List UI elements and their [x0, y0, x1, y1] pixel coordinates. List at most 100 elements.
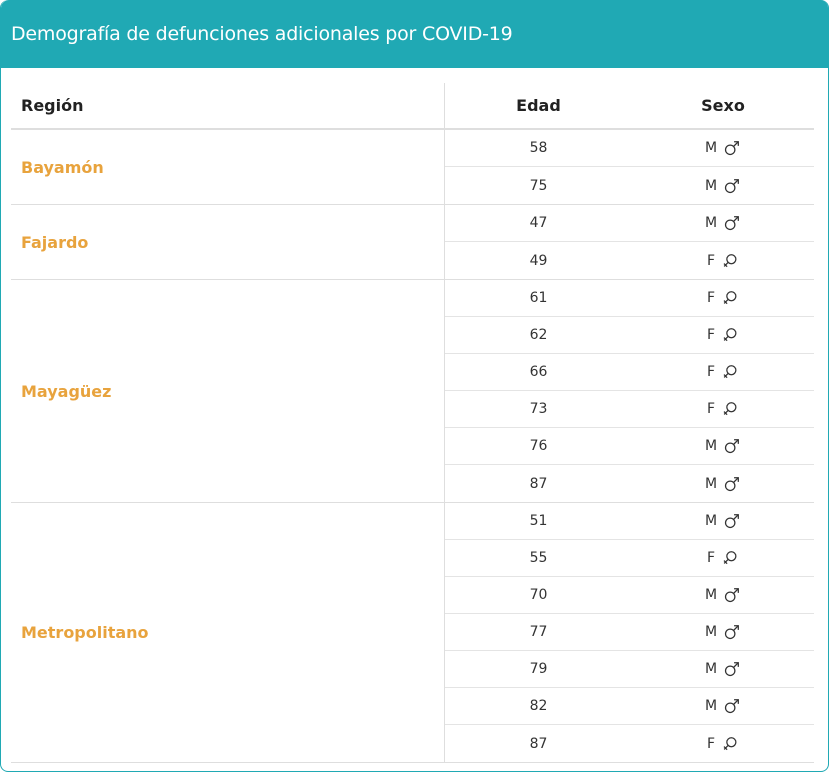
- card-header: Demografía de defunciones adicionales po…: [1, 0, 828, 68]
- age-cell: 58: [529, 140, 548, 156]
- age-cell: 49: [529, 252, 548, 269]
- table-row: 77 M: [445, 614, 814, 651]
- sex-letter: M: [704, 624, 718, 640]
- table-row: 66 F: [445, 354, 814, 391]
- sex-letter: F: [706, 327, 716, 343]
- age-cell: 73: [529, 401, 548, 417]
- table-row: 73 F: [445, 391, 814, 428]
- column-header-sexo[interactable]: Sexo: [632, 83, 814, 128]
- sex-letter: M: [704, 475, 718, 492]
- region-group: Bayamón 58 M 75 M: [11, 130, 814, 205]
- sex-letter: M: [704, 513, 718, 529]
- region-cell: Metropolitano: [11, 503, 445, 762]
- sex-letter: M: [704, 438, 718, 454]
- female-icon: [721, 735, 739, 753]
- age-cell: 70: [529, 587, 548, 603]
- age-cell: 87: [529, 475, 548, 492]
- age-cell: 76: [529, 438, 548, 454]
- age-cell: 79: [529, 661, 548, 677]
- table-row: 70 M: [445, 577, 814, 614]
- sex-letter: M: [704, 215, 718, 231]
- sex-letter: M: [704, 177, 718, 194]
- sex-cell: M: [632, 614, 814, 650]
- age-cell: 47: [529, 215, 548, 231]
- table-row: 58 M: [445, 130, 814, 167]
- sex-cell: F: [632, 354, 814, 390]
- sex-cell: F: [632, 540, 814, 576]
- sex-letter: F: [706, 252, 716, 269]
- column-header-region[interactable]: Región: [11, 83, 445, 128]
- region-group: Metropolitano 51 M 55 F 70 M 77 M 79 M 82 M 87 F: [11, 503, 814, 763]
- sex-cell: M: [632, 503, 814, 539]
- sex-cell: F: [632, 391, 814, 427]
- data-card: Demografía de defunciones adicionales po…: [0, 0, 829, 772]
- female-icon: [721, 252, 739, 270]
- male-icon: [723, 177, 741, 195]
- table-row: 51 M: [445, 503, 814, 540]
- sex-cell: M: [632, 428, 814, 464]
- male-icon: [723, 586, 741, 604]
- region-group: Mayagüez 61 F 62 F 66 F 73 F 76 M 87 M: [11, 280, 814, 503]
- sex-cell: F: [632, 280, 814, 316]
- age-cell: 87: [529, 735, 548, 752]
- table-row: 79 M: [445, 651, 814, 688]
- table-row: 62 F: [445, 317, 814, 354]
- region-cell: Mayagüez: [11, 280, 445, 502]
- age-cell: 51: [529, 513, 548, 529]
- age-cell: 77: [529, 624, 548, 640]
- region-cell: Bayamón: [11, 130, 445, 204]
- male-icon: [723, 437, 741, 455]
- table-row: 61 F: [445, 280, 814, 317]
- sex-cell: M: [632, 465, 814, 502]
- column-header-edad[interactable]: Edad: [445, 83, 632, 128]
- male-icon: [723, 214, 741, 232]
- male-icon: [723, 697, 741, 715]
- table-row: 82 M: [445, 688, 814, 725]
- table-row: 49 F: [445, 242, 814, 279]
- table-row: 76 M: [445, 428, 814, 465]
- table-row: 55 F: [445, 540, 814, 577]
- table-body: Bayamón 58 M 75 M Fajardo 47 M 49 F Mayagüez 61 F 62 F…: [11, 130, 814, 763]
- age-cell: 82: [529, 698, 548, 714]
- table-row: 47 M: [445, 205, 814, 242]
- sex-letter: M: [704, 140, 718, 156]
- table-row: 87 F: [445, 725, 814, 762]
- sex-letter: M: [704, 661, 718, 677]
- male-icon: [723, 139, 741, 157]
- male-icon: [723, 623, 741, 641]
- sex-letter: M: [704, 698, 718, 714]
- region-rows: 47 M 49 F: [445, 205, 814, 279]
- age-cell: 55: [529, 550, 548, 566]
- sex-letter: F: [706, 290, 716, 306]
- age-cell: 75: [529, 177, 548, 194]
- table-header-row: Región Edad Sexo: [11, 83, 814, 130]
- sex-cell: M: [632, 577, 814, 613]
- region-rows: 61 F 62 F 66 F 73 F 76 M 87 M: [445, 280, 814, 502]
- age-cell: 66: [529, 364, 548, 380]
- sex-letter: M: [704, 587, 718, 603]
- card-title: Demografía de defunciones adicionales po…: [11, 23, 513, 45]
- age-cell: 62: [529, 327, 548, 343]
- sex-cell: F: [632, 317, 814, 353]
- female-icon: [721, 326, 739, 344]
- sex-cell: M: [632, 651, 814, 687]
- sex-letter: F: [706, 735, 716, 752]
- table-row: 75 M: [445, 167, 814, 204]
- region-cell: Fajardo: [11, 205, 445, 279]
- sex-cell: M: [632, 688, 814, 724]
- sex-cell: M: [632, 205, 814, 241]
- sex-letter: F: [706, 401, 716, 417]
- male-icon: [723, 660, 741, 678]
- table-row: 87 M: [445, 465, 814, 502]
- male-icon: [723, 512, 741, 530]
- demographics-table: Región Edad Sexo Bayamón 58 M 75 M Fajardo 47 M…: [11, 83, 814, 763]
- region-rows: 51 M 55 F 70 M 77 M 79 M 82 M 87 F: [445, 503, 814, 762]
- sex-cell: M: [632, 130, 814, 166]
- sex-cell: F: [632, 242, 814, 279]
- female-icon: [721, 549, 739, 567]
- male-icon: [723, 475, 741, 493]
- sex-cell: F: [632, 725, 814, 762]
- sex-letter: F: [706, 550, 716, 566]
- female-icon: [721, 400, 739, 418]
- female-icon: [721, 363, 739, 381]
